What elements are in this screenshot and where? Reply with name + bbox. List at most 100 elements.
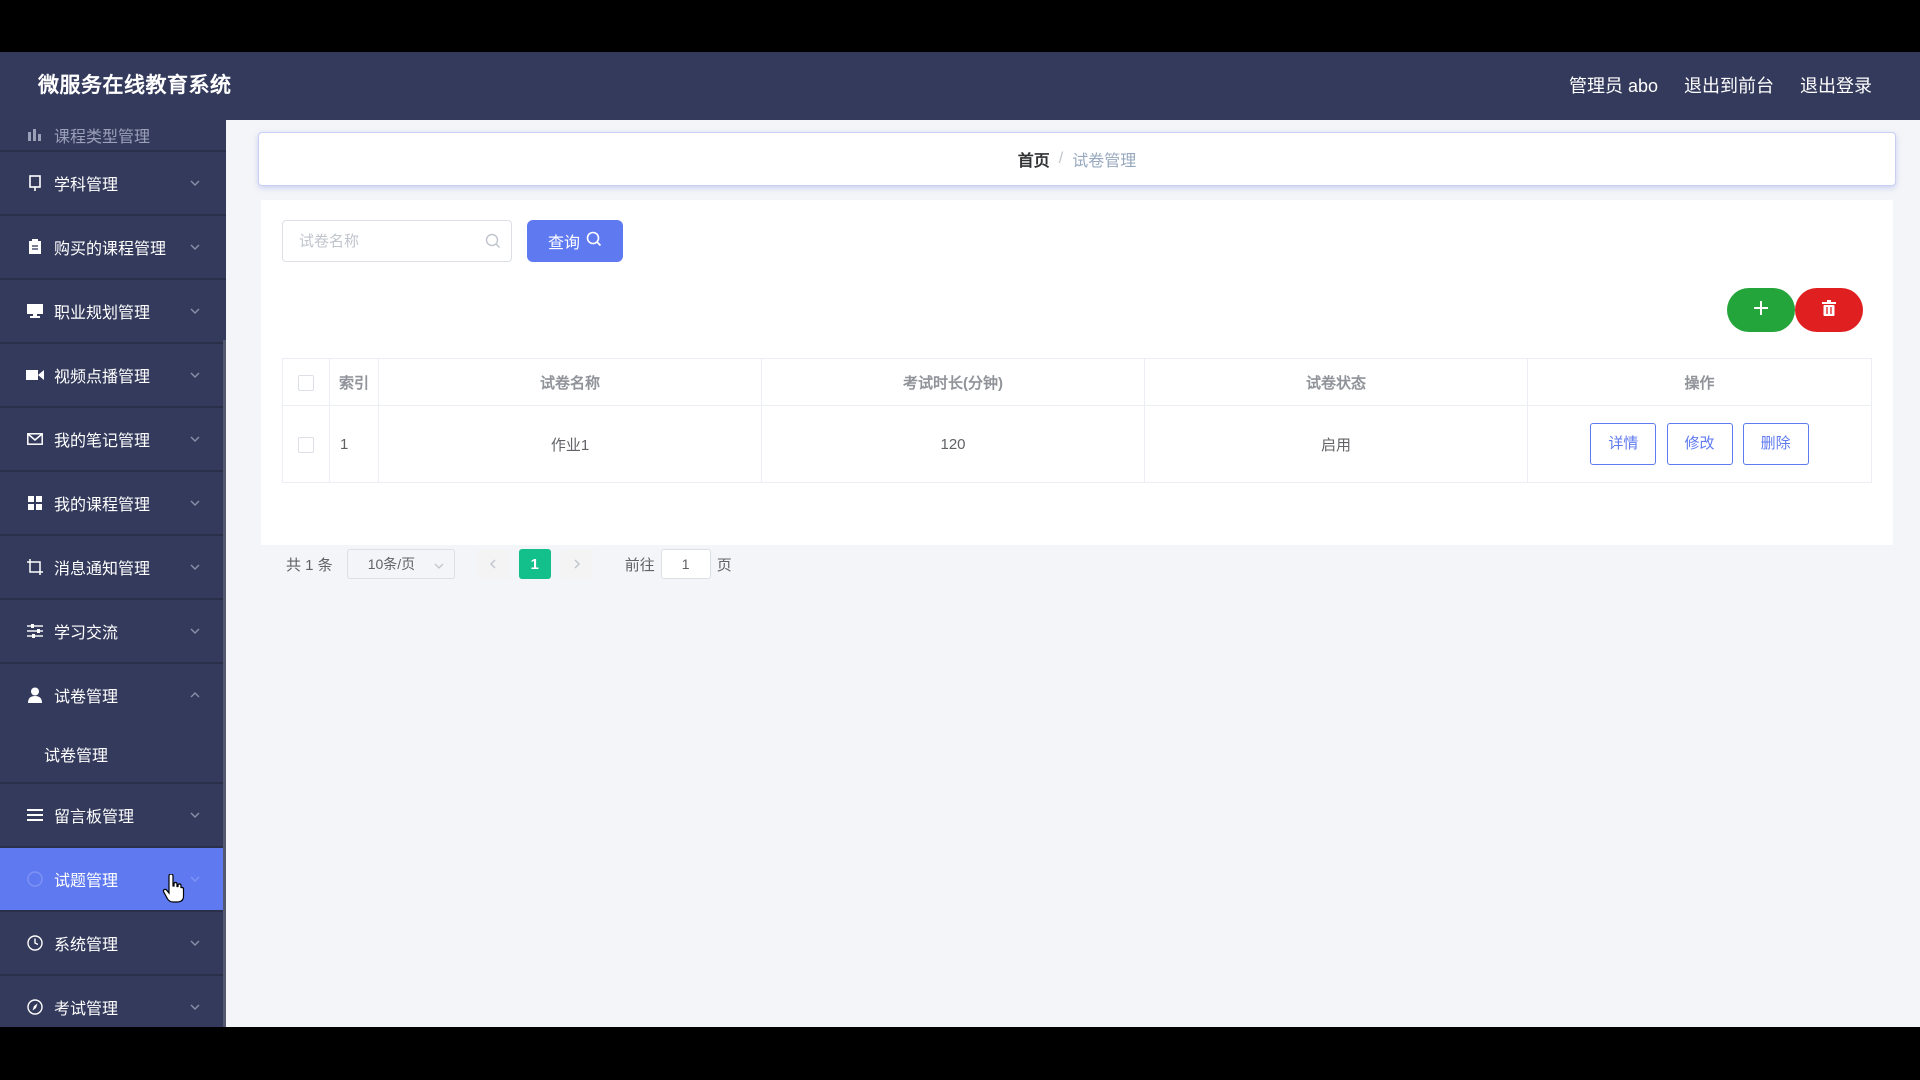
sidebar-item-questions[interactable]: 试题管理 bbox=[0, 848, 226, 912]
sidebar-item-message-board[interactable]: 留言板管理 bbox=[0, 784, 226, 848]
clipboard-icon bbox=[26, 238, 44, 256]
clock-icon bbox=[26, 934, 44, 952]
logout-link[interactable]: 退出登录 bbox=[1800, 52, 1872, 120]
table-row: 1 作业1 120 启用 详情 修改 删除 bbox=[282, 405, 1872, 483]
sidebar-scrollbar[interactable] bbox=[223, 340, 226, 1027]
prev-page-button[interactable] bbox=[476, 549, 509, 579]
grid-icon bbox=[26, 494, 44, 512]
sidebar-item-label: 视频点播管理 bbox=[54, 369, 151, 386]
column-header: 试卷名称 bbox=[378, 358, 762, 406]
sidebar-item-my-courses[interactable]: 我的课程管理 bbox=[0, 472, 226, 536]
chevron-down-icon bbox=[188, 372, 202, 378]
pagination-total: 共 1 条 bbox=[286, 556, 333, 574]
add-button[interactable] bbox=[1727, 288, 1795, 332]
detail-button[interactable]: 详情 bbox=[1590, 423, 1657, 465]
book-icon bbox=[26, 174, 44, 192]
goto-page-input[interactable] bbox=[660, 549, 711, 579]
goto-label: 前往 bbox=[624, 556, 655, 574]
select-all-checkbox[interactable] bbox=[298, 374, 314, 391]
page-size-select[interactable]: 10条/页 bbox=[346, 549, 455, 579]
search-icon bbox=[485, 233, 501, 254]
page-number-current[interactable]: 1 bbox=[518, 549, 551, 579]
sidebar-item-label: 职业规划管理 bbox=[54, 305, 151, 322]
bar-chart-icon bbox=[26, 126, 44, 144]
chevron-down-icon bbox=[188, 940, 202, 946]
select-all-cell bbox=[282, 358, 330, 406]
sidebar-item-exchange[interactable]: 学习交流 bbox=[0, 600, 226, 664]
row-select-cell bbox=[282, 405, 330, 483]
sidebar-item-notes[interactable]: 我的笔记管理 bbox=[0, 408, 226, 472]
cell-duration: 120 bbox=[761, 405, 1145, 483]
chevron-left-icon bbox=[489, 556, 496, 573]
breadcrumb-current: 试卷管理 bbox=[1072, 153, 1137, 170]
chevron-down-icon bbox=[188, 812, 202, 818]
row-checkbox[interactable] bbox=[298, 436, 314, 453]
column-header: 操作 bbox=[1527, 358, 1872, 406]
column-header: 考试时长(分钟) bbox=[761, 358, 1145, 406]
edit-button[interactable]: 修改 bbox=[1666, 423, 1733, 465]
column-header: 试卷状态 bbox=[1144, 358, 1528, 406]
delete-button[interactable]: 删除 bbox=[1742, 423, 1809, 465]
sidebar-item-label: 我的笔记管理 bbox=[54, 433, 151, 450]
chevron-down-icon bbox=[188, 244, 202, 250]
back-to-front-link[interactable]: 退出到前台 bbox=[1684, 52, 1774, 120]
search-box bbox=[282, 220, 512, 262]
sidebar: 课程类型管理 学科管理 购买的课程管理 职业规划管理 视频点播管理 我的笔记管理… bbox=[0, 120, 226, 1027]
sidebar-item-label: 系统管理 bbox=[54, 937, 119, 954]
chevron-down-icon bbox=[188, 308, 202, 314]
sidebar-item-subject[interactable]: 学科管理 bbox=[0, 152, 226, 216]
main-panel: 查询 索引 试卷名称 考试时长(分钟) 试卷状态 bbox=[261, 200, 1893, 579]
breadcrumb-home[interactable]: 首页 bbox=[1018, 147, 1050, 171]
cell-index: 1 bbox=[329, 405, 379, 483]
chevron-down-icon bbox=[188, 180, 202, 186]
sidebar-item-video[interactable]: 视频点播管理 bbox=[0, 344, 226, 408]
chevron-down-icon bbox=[188, 628, 202, 634]
app-title: 微服务在线教育系统 bbox=[38, 74, 232, 97]
list-icon bbox=[26, 806, 44, 824]
chevron-down-icon bbox=[188, 1004, 202, 1010]
plus-icon bbox=[1753, 300, 1769, 321]
hand-cursor-icon bbox=[162, 873, 186, 909]
sidebar-item-exam[interactable]: 考试管理 bbox=[0, 976, 226, 1027]
user-icon bbox=[26, 686, 44, 704]
sidebar-item-notifications[interactable]: 消息通知管理 bbox=[0, 536, 226, 600]
chevron-down-icon bbox=[188, 876, 202, 882]
cell-actions: 详情 修改 删除 bbox=[1527, 405, 1872, 483]
sidebar-item-career[interactable]: 职业规划管理 bbox=[0, 280, 226, 344]
pagination: 共 1 条 10条/页 1 前往 页 bbox=[286, 548, 732, 580]
breadcrumb: 首页 / 试卷管理 bbox=[258, 132, 1896, 186]
next-page-button[interactable] bbox=[560, 549, 593, 579]
sidebar-item-label: 学习交流 bbox=[54, 625, 119, 642]
sidebar-item-label: 学科管理 bbox=[54, 177, 119, 194]
chevron-up-icon bbox=[188, 692, 202, 698]
sidebar-item-paper[interactable]: 试卷管理 bbox=[0, 664, 226, 726]
chevron-down-icon bbox=[434, 556, 444, 572]
sidebar-item-label: 试卷管理 bbox=[54, 689, 119, 706]
admin-user: 管理员 abo bbox=[1568, 76, 1658, 96]
batch-delete-button[interactable] bbox=[1795, 288, 1863, 332]
top-header: 微服务在线教育系统 管理员 abo 退出到前台 退出登录 bbox=[0, 52, 1920, 120]
header-actions: 管理员 abo 退出到前台 退出登录 bbox=[1569, 52, 1872, 120]
search-input[interactable] bbox=[283, 221, 479, 261]
cell-status: 启用 bbox=[1144, 405, 1528, 483]
sidebar-item-course-type[interactable]: 课程类型管理 bbox=[0, 120, 226, 152]
compass-icon bbox=[26, 998, 44, 1016]
sidebar-item-label: 考试管理 bbox=[54, 1001, 119, 1018]
mail-icon bbox=[26, 430, 44, 448]
sliders-icon bbox=[26, 622, 44, 640]
page-size-value: 10条/页 bbox=[367, 556, 416, 572]
sidebar-item-purchased-courses[interactable]: 购买的课程管理 bbox=[0, 216, 226, 280]
table-header-row: 索引 试卷名称 考试时长(分钟) 试卷状态 操作 bbox=[282, 358, 1872, 406]
video-icon bbox=[26, 366, 44, 384]
circle-icon bbox=[26, 870, 44, 888]
sidebar-item-label: 购买的课程管理 bbox=[54, 241, 167, 258]
sidebar-item-label: 消息通知管理 bbox=[54, 561, 151, 578]
sidebar-item-label: 课程类型管理 bbox=[54, 129, 151, 146]
submenu-item-paper[interactable]: 试卷管理 bbox=[0, 726, 226, 784]
sidebar-item-system[interactable]: 系统管理 bbox=[0, 912, 226, 976]
monitor-icon bbox=[26, 302, 44, 320]
chevron-right-icon bbox=[574, 556, 580, 573]
chevron-down-icon bbox=[188, 564, 202, 570]
search-icon bbox=[586, 231, 602, 252]
query-button[interactable]: 查询 bbox=[527, 220, 623, 262]
